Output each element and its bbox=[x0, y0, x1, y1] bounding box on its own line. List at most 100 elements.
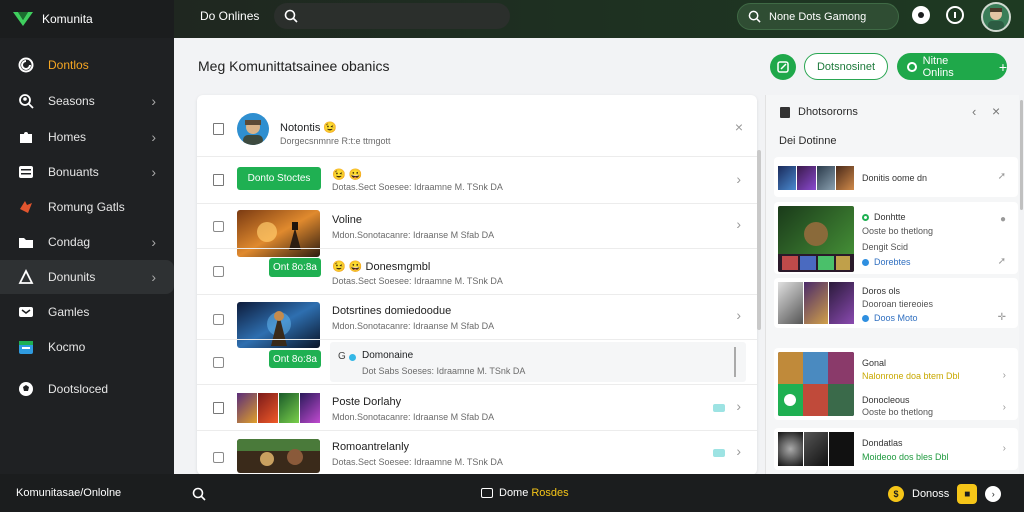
feed-scrollbar[interactable] bbox=[757, 150, 761, 330]
row-checkbox[interactable] bbox=[213, 221, 224, 232]
chevron-right-icon: › bbox=[151, 164, 156, 180]
online-dot-icon bbox=[907, 61, 917, 72]
thumbnail-strip[interactable] bbox=[237, 393, 320, 423]
panel-line: Doos Moto bbox=[874, 313, 918, 323]
edit-icon bbox=[777, 61, 789, 73]
search-icon[interactable] bbox=[192, 487, 206, 504]
list-item[interactable]: Ont 8o:8a 😉 😀 Donesmgmbl Dotas.Sect Soes… bbox=[197, 249, 757, 295]
chevron-right-icon[interactable]: › bbox=[736, 443, 741, 459]
doc-icon bbox=[213, 174, 224, 186]
row-subtitle: Dotas.Sect Soesee: Idraamne M. TSnk DA bbox=[332, 457, 503, 467]
comment-icon bbox=[18, 57, 34, 73]
game-thumbnail bbox=[778, 432, 855, 466]
green-badge-button[interactable]: Ont 8o:8a bbox=[269, 350, 321, 368]
wallet-icon[interactable]: ■ bbox=[957, 484, 978, 504]
list-item[interactable]: Romoantrelanly Dotas.Sect Soesee: Idraam… bbox=[197, 431, 757, 475]
bottom-bar: Komunitasae/Onlolne Dome Rosdes $ Donoss… bbox=[0, 474, 1024, 512]
game-thumbnail bbox=[778, 206, 854, 272]
list-item[interactable]: Donto Stoctes 😉 😀 Dotas.Sect Soesee: Idr… bbox=[197, 157, 757, 204]
row-checkbox[interactable] bbox=[213, 314, 224, 325]
panel-card[interactable]: Donitis oome dn ➚ bbox=[774, 157, 1018, 197]
top-search-pill[interactable]: None Dots Gamong bbox=[737, 3, 899, 30]
list-item[interactable]: Ont 8o:8a G Domonaine Dot Sabs Soeses: I… bbox=[197, 340, 757, 385]
sidebar-item-homes[interactable]: Homes › bbox=[0, 120, 174, 154]
sidebar: Dontlos Seasons › Homes › Bonuants › Rom… bbox=[0, 38, 174, 474]
panel-subtitle: Dei Dotinne bbox=[779, 135, 837, 147]
green-badge-button[interactable]: Ont 8o:8a bbox=[269, 258, 321, 277]
sidebar-item-label: Seasons bbox=[48, 94, 95, 108]
panel-card[interactable]: Donhtte Ooste bo thetlong Dengit Scid Do… bbox=[774, 202, 1018, 274]
status-badge bbox=[713, 404, 725, 412]
search-icon bbox=[284, 9, 298, 23]
game-thumbnail bbox=[778, 352, 854, 416]
clock-icon[interactable] bbox=[946, 6, 964, 24]
list-item[interactable]: Poste Dorlahy Mdon.Sonotacanre: Idraanse… bbox=[197, 385, 757, 431]
edit-button[interactable] bbox=[770, 54, 796, 80]
chevron-right-icon: › bbox=[151, 269, 156, 285]
outline-action-button[interactable]: Dotsnosinet bbox=[804, 53, 888, 80]
online-dot-icon bbox=[862, 259, 869, 266]
chat-icon bbox=[18, 304, 34, 320]
g-badge-icon: G bbox=[338, 351, 346, 362]
notification-icon[interactable] bbox=[912, 6, 930, 24]
search-bar[interactable] bbox=[274, 3, 510, 29]
puzzle-icon bbox=[18, 129, 34, 145]
game-thumbnail[interactable] bbox=[237, 439, 320, 473]
plus-icon: + bbox=[998, 58, 1007, 75]
scroll-thumb[interactable] bbox=[734, 347, 736, 377]
sidebar-item-dontlos[interactable]: Dontlos bbox=[0, 48, 174, 82]
panel-scrollbar[interactable] bbox=[1020, 100, 1023, 210]
game-thumbnail bbox=[778, 282, 855, 324]
search-input[interactable] bbox=[306, 9, 486, 23]
panel-card[interactable]: Dondatlas Moideoo dos bles Dbl › bbox=[774, 428, 1018, 470]
thumbnail-strip bbox=[778, 166, 854, 190]
sidebar-item-romung-gatls[interactable]: Romung Gatls bbox=[0, 190, 174, 224]
chevron-right-icon[interactable]: › bbox=[736, 307, 741, 323]
green-action-button[interactable]: Donto Stoctes bbox=[237, 167, 321, 190]
create-online-button[interactable]: Nitne Onlins + bbox=[897, 53, 1007, 80]
row-subtitle: Mdon.Sonotacanre: Idraanse M Sfab DA bbox=[332, 412, 495, 422]
sidebar-item-kocmo[interactable]: Kocmo bbox=[0, 330, 174, 364]
bottom-left-label[interactable]: Komunitasae/Onlolne bbox=[16, 487, 121, 499]
reply-card[interactable]: G Domonaine Dot Sabs Soeses: Idraamne M.… bbox=[330, 342, 746, 382]
row-subtitle: Dotas.Sect Soesee: Idraamne M. TSnk DA bbox=[332, 276, 503, 286]
sidebar-item-gamles[interactable]: Gamles bbox=[0, 295, 174, 329]
bottom-center[interactable]: Dome Rosdes bbox=[481, 487, 569, 499]
brand[interactable]: Komunita bbox=[0, 0, 174, 38]
row-checkbox[interactable] bbox=[213, 357, 224, 368]
chevron-right-icon[interactable]: › bbox=[736, 216, 741, 232]
right-panel: Dhotsororns ‹ × Dei Dotinne Donitis oome… bbox=[765, 95, 1019, 475]
close-icon[interactable]: × bbox=[992, 103, 1000, 119]
row-checkbox[interactable] bbox=[213, 266, 224, 277]
panel-line: Donocleous bbox=[862, 395, 910, 405]
close-icon[interactable]: × bbox=[735, 119, 743, 135]
list-item[interactable]: Voline Mdon.Sonotacanre: Idraanse M Sfab… bbox=[197, 204, 757, 249]
reply-subtitle: Dot Sabs Soeses: Idraamne M. TSnk DA bbox=[362, 366, 526, 376]
sidebar-item-seasons[interactable]: Seasons › bbox=[0, 84, 174, 118]
row-checkbox[interactable] bbox=[213, 452, 224, 463]
avatar[interactable] bbox=[981, 2, 1011, 32]
bottom-right[interactable]: $ Donoss ■ › bbox=[888, 484, 1002, 504]
sidebar-item-bonuants[interactable]: Bonuants › bbox=[0, 155, 174, 189]
row-subtitle: Dotas.Sect Soesee: Idraamne M. TSnk DA bbox=[332, 182, 503, 192]
chevron-right-icon[interactable]: › bbox=[736, 398, 741, 414]
settings-icon[interactable]: › bbox=[985, 486, 1002, 502]
chevron-right-icon[interactable]: › bbox=[736, 171, 741, 187]
panel-line: Ooste bo thetlong bbox=[862, 407, 934, 417]
flag-icon bbox=[18, 269, 34, 285]
panel-card[interactable]: Doros ols Dooroan tiereoies Doos Moto ✛ bbox=[774, 278, 1018, 328]
collapse-icon[interactable]: ‹ bbox=[972, 104, 976, 119]
sidebar-item-condag[interactable]: Condag › bbox=[0, 225, 174, 259]
sidebar-item-label: Condag bbox=[48, 235, 91, 249]
online-label[interactable]: Do Onlines bbox=[200, 9, 259, 23]
sidebar-item-donunits[interactable]: Donunits › bbox=[0, 260, 174, 294]
panel-card[interactable]: Gonal Nalonrone doa btem Dbl Donocleous … bbox=[774, 348, 1018, 420]
bottom-center-highlight: Rosdes bbox=[531, 487, 569, 499]
pin-icon: ✛ bbox=[997, 312, 1006, 323]
sidebar-item-dootsloced[interactable]: Dootsloced bbox=[0, 372, 174, 406]
profile-row[interactable]: Notontis 😉 Dorgecsnmnre R:t:e ttmgott × bbox=[197, 95, 757, 157]
top-bar: Komunita Do Onlines None Dots Gamong bbox=[0, 0, 1024, 38]
list-item[interactable]: Dotsrtines domiedoodue Mdon.Sonotacanre:… bbox=[197, 295, 757, 340]
profile-avatar[interactable] bbox=[237, 113, 269, 145]
sidebar-item-label: Homes bbox=[48, 130, 87, 144]
